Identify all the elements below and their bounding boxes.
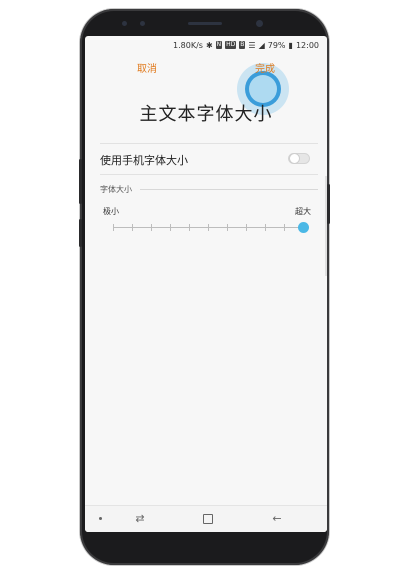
slider-tick xyxy=(170,224,171,231)
cancel-button[interactable]: 取消 xyxy=(137,60,157,75)
proximity-sensor xyxy=(140,21,145,26)
slider-max-label: 超大 xyxy=(295,207,311,216)
status-bar: 1.80K/s ✱ N HD B ☰ ◢ 79% ▮ 12:00 xyxy=(85,36,327,54)
font-size-slider-thumb[interactable] xyxy=(298,222,309,233)
power-button xyxy=(327,184,330,224)
slider-tick xyxy=(265,224,266,231)
home-icon[interactable] xyxy=(203,514,213,524)
nav-dot-icon[interactable] xyxy=(99,517,102,520)
clock: 12:00 xyxy=(295,40,319,50)
slider-tick xyxy=(284,224,285,231)
b-icon: B xyxy=(239,41,246,49)
slider-tick xyxy=(227,224,228,231)
battery-percent: 79% xyxy=(267,40,286,50)
page-title: 主文本字体大小 xyxy=(139,104,273,125)
section-divider xyxy=(140,189,318,190)
scroll-indicator xyxy=(325,176,327,276)
iris-sensor xyxy=(122,21,127,26)
use-phone-font-size-row[interactable]: 使用手机字体大小 xyxy=(100,146,318,172)
volume-button xyxy=(79,159,82,204)
toggle-knob xyxy=(289,153,300,164)
slider-tick xyxy=(246,224,247,231)
front-camera xyxy=(256,20,263,27)
signal-icon: ◢ xyxy=(258,40,265,50)
slider-tick xyxy=(151,224,152,231)
font-size-slider[interactable] xyxy=(113,222,309,233)
bixby-button xyxy=(79,219,82,247)
slider-tick xyxy=(113,224,114,231)
hd-icon: HD xyxy=(225,41,237,49)
slider-min-label: 极小 xyxy=(103,207,119,216)
use-phone-font-size-toggle[interactable] xyxy=(288,153,310,164)
slider-tick xyxy=(208,224,209,231)
app-bar: 取消 完成 xyxy=(85,54,327,115)
wifi-icon: ☰ xyxy=(248,40,256,50)
done-button[interactable]: 完成 xyxy=(255,60,275,75)
back-icon[interactable]: ← xyxy=(269,512,285,525)
navigation-bar: ⇄ ← xyxy=(85,505,327,532)
phone-screen: 1.80K/s ✱ N HD B ☰ ◢ 79% ▮ 12:00 取消 完成 主… xyxy=(85,36,327,532)
recents-icon[interactable]: ⇄ xyxy=(132,512,148,525)
slider-tick xyxy=(132,224,133,231)
bluetooth-icon: ✱ xyxy=(205,40,213,50)
divider xyxy=(100,174,318,175)
font-size-section-header: 字体大小 xyxy=(100,185,132,194)
use-phone-font-size-label: 使用手机字体大小 xyxy=(100,154,188,167)
divider xyxy=(100,143,318,144)
nfc-icon: N xyxy=(215,41,223,49)
battery-icon: ▮ xyxy=(288,40,293,50)
network-speed: 1.80K/s xyxy=(173,40,203,50)
slider-tick xyxy=(189,224,190,231)
earpiece xyxy=(188,22,222,25)
